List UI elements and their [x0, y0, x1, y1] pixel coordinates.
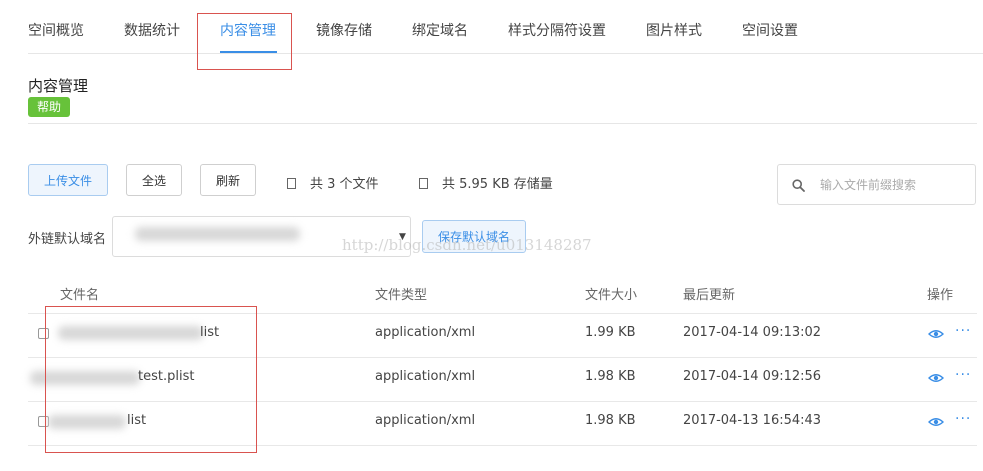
file-name[interactable]: list — [127, 413, 146, 428]
more-icon[interactable]: ··· — [955, 411, 971, 427]
eye-icon[interactable] — [928, 414, 944, 430]
refresh-button[interactable]: 刷新 — [200, 164, 256, 196]
search-box — [777, 164, 976, 205]
eye-icon[interactable] — [928, 326, 944, 342]
select-all-button[interactable]: 全选 — [126, 164, 182, 196]
redacted-filename — [58, 326, 203, 340]
storage-usage-text: 共 5.95 KB 存储量 — [442, 177, 553, 192]
save-default-domain-button[interactable]: 保存默认域名 — [422, 220, 526, 253]
more-icon[interactable]: ··· — [955, 323, 971, 339]
row-divider — [28, 357, 977, 358]
search-input[interactable] — [818, 173, 972, 197]
redacted-filename — [30, 371, 140, 385]
row-divider — [28, 445, 977, 446]
tab-space-settings[interactable]: 空间设置 — [742, 20, 798, 40]
tab-style-separator[interactable]: 样式分隔符设置 — [508, 20, 606, 40]
more-icon[interactable]: ··· — [955, 367, 971, 383]
default-domain-select[interactable]: ▼ — [112, 216, 411, 257]
file-type: application/xml — [375, 325, 476, 340]
tab-statistics[interactable]: 数据统计 — [124, 20, 180, 40]
search-icon — [792, 179, 805, 192]
tab-bind-domain[interactable]: 绑定域名 — [412, 20, 468, 40]
file-name[interactable]: list — [200, 325, 219, 340]
column-header-operations: 操作 — [927, 288, 954, 303]
tab-bar: 空间概览 数据统计 内容管理 镜像存储 绑定域名 样式分隔符设置 图片样式 空间… — [0, 0, 983, 54]
file-type: application/xml — [375, 369, 476, 384]
table-divider — [28, 313, 977, 314]
file-size: 1.98 KB — [585, 369, 636, 384]
redacted-domain — [135, 227, 300, 241]
file-updated: 2017-04-13 16:54:43 — [683, 413, 822, 428]
tab-image-style[interactable]: 图片样式 — [646, 20, 702, 40]
caret-down-icon: ▼ — [399, 232, 406, 242]
page-title: 内容管理 — [28, 77, 89, 95]
row-checkbox[interactable] — [38, 328, 49, 339]
row-divider — [28, 401, 977, 402]
upload-file-button[interactable]: 上传文件 — [28, 164, 108, 196]
section-divider — [28, 123, 977, 124]
redacted-filename — [48, 415, 126, 429]
file-count-text: 共 3 个文件 — [310, 177, 379, 192]
file-size: 1.98 KB — [585, 413, 636, 428]
column-header-type: 文件类型 — [375, 288, 428, 303]
help-button[interactable]: 帮助 — [28, 97, 70, 117]
file-type: application/xml — [375, 413, 476, 428]
storage-usage: 共 5.95 KB 存储量 — [419, 173, 553, 192]
column-header-name: 文件名 — [60, 288, 100, 303]
square-icon — [287, 178, 296, 189]
file-updated: 2017-04-14 09:13:02 — [683, 325, 822, 340]
column-header-updated: 最后更新 — [683, 288, 736, 303]
square-icon — [419, 178, 428, 189]
tab-space-overview[interactable]: 空间概览 — [28, 20, 84, 40]
eye-icon[interactable] — [928, 370, 944, 386]
file-updated: 2017-04-14 09:12:56 — [683, 369, 822, 384]
tab-content-management[interactable]: 内容管理 — [220, 20, 276, 40]
file-size: 1.99 KB — [585, 325, 636, 340]
default-domain-label: 外链默认域名 — [28, 232, 107, 247]
tab-divider — [28, 53, 983, 54]
tab-mirror-storage[interactable]: 镜像存储 — [316, 20, 372, 40]
column-header-size: 文件大小 — [585, 288, 638, 303]
file-count: 共 3 个文件 — [287, 173, 379, 192]
file-name[interactable]: test.plist — [138, 369, 194, 384]
